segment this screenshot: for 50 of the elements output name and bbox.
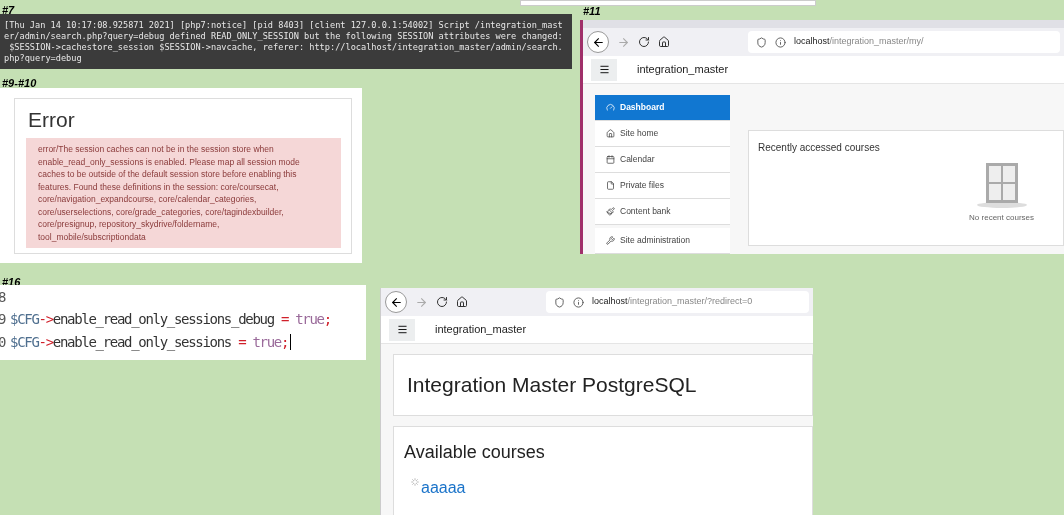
url-text: localhost/integration_master/?redirect=0 [592,295,753,309]
nav-item[interactable]: Site home [595,121,730,147]
back-button[interactable] [385,291,407,313]
terminal-line: php?query=debug [4,53,83,64]
back-button[interactable] [587,31,609,53]
gauge-icon [606,103,615,112]
back-arrow-icon [591,35,605,49]
error-message: error/The session caches can not be in the session store when enable_read_only_sessions is enabled. Please map all session mode caches to be outside of the default session store before enabling this features. Found these definitions in the session: core/coursecat, core/navigation_expandcourse, core/calendar_categories, core/userselections, core/grade_categories, core/tagindexbuilder, core/presignup, repository_skydrive/foldername, tool_mobile/subscriptiondata [38,143,301,243]
snapshot-caption: #9-#10 [2,76,37,91]
address-bar[interactable]: localhost/integration_master/my/ [748,31,1060,53]
block-title: Recently accessed courses [758,141,881,155]
snapshot-caption: #11 [583,4,601,19]
back-arrow-icon [389,295,403,309]
nav-item[interactable]: Content bank [595,199,730,225]
nav-item[interactable]: Dashboard [595,95,730,121]
terminal-line: $SESSION->cachestore_session $SESSION->navcache, referer: http://localhost/integration_master/admin/search. [8,42,564,53]
course-cards-icon [975,163,1028,209]
nav-item[interactable]: Private files [595,173,730,199]
menu-button[interactable] [591,58,617,81]
terminal-line: er/admin/search.php?query=debug defined READ_ONLY_SESSION but the following SESSION attributes were changed: [4,31,564,42]
calendar-icon [606,155,615,164]
home-icon[interactable] [456,296,468,308]
snapshot-caption: #7 [2,3,15,18]
empty-message: No recent courses [969,212,1034,224]
menu-button[interactable] [389,318,415,341]
site-name: integration_master [435,322,527,338]
shield-icon [554,296,565,308]
home-icon [606,129,615,138]
section-title: Available courses [404,441,546,464]
brush-icon [606,207,615,216]
reload-icon[interactable] [638,36,650,48]
home-icon[interactable] [658,36,670,48]
nav-item[interactable]: Site administration [595,228,730,254]
menu-icon [598,64,610,75]
wrench-icon [606,236,615,245]
terminal-line: [Thu Jan 14 10:17:08.925871 2021] [php7:notice] [pid 8403] [client 127.0.0.1:54002] Script /integration_mast [4,20,564,31]
shield-icon [756,36,767,48]
info-icon [775,36,786,48]
address-bar[interactable]: localhost/integration_master/?redirect=0 [546,291,809,313]
course-icon [411,478,419,486]
site-title: Integration Master PostgreSQL [407,372,697,399]
nav-item[interactable]: Calendar [595,147,730,173]
site-name: integration_master [637,62,729,78]
course-link[interactable]: aaaaa [421,476,466,500]
url-text: localhost/integration_master/my/ [794,35,924,49]
reload-icon[interactable] [436,296,448,308]
info-icon [573,296,584,308]
menu-icon [396,324,408,335]
file-icon [606,181,615,190]
error-heading: Error [27,107,76,133]
